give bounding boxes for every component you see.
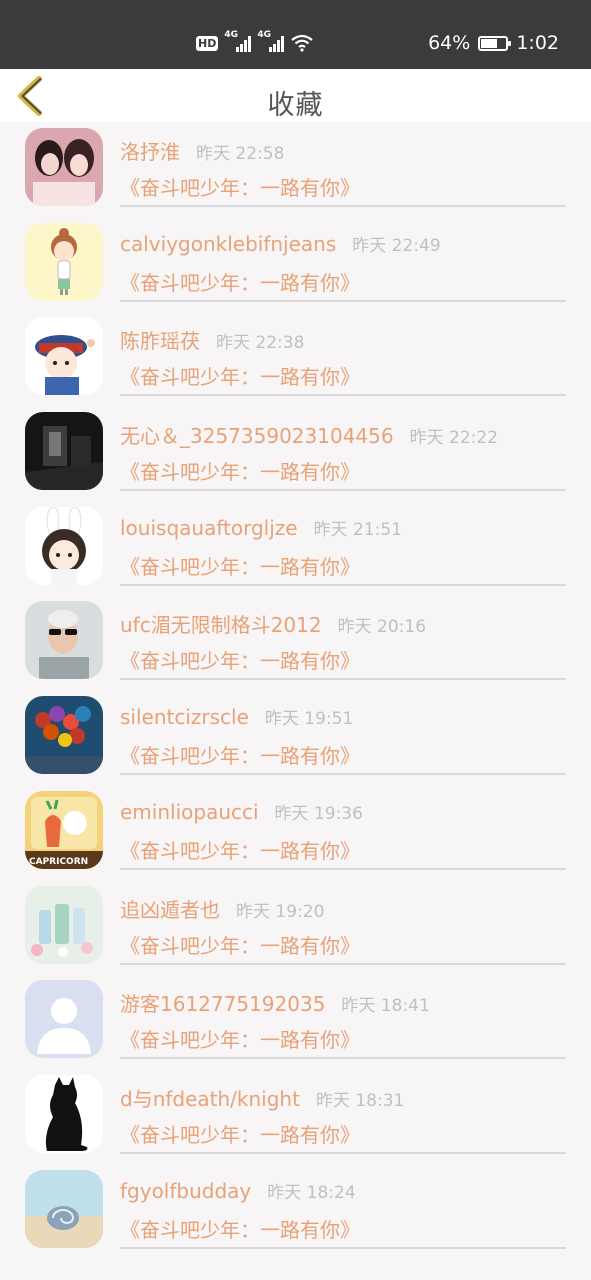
show-title[interactable]: 《奋斗吧少年：一路有你》 — [120, 645, 360, 674]
clock: 1:02 — [516, 32, 559, 54]
list-item[interactable]: louisqauaftorgljze 昨天 21:51 《奋斗吧少年：一路有你》 — [0, 501, 591, 596]
list-item[interactable]: calviygonklebifnjeans 昨天 22:49 《奋斗吧少年：一路有你… — [0, 217, 591, 312]
status-icons: HD 4G 4G — [196, 30, 314, 56]
list-item[interactable]: 洛抒淮 昨天 22:58 《奋斗吧少年：一路有你》 — [0, 122, 591, 217]
show-title[interactable]: 《奋斗吧少年：一路有你》 — [120, 1024, 360, 1053]
list-item[interactable]: CAPRICORN eminliopaucci 昨天 19:36 《奋斗吧少年：一路有… — [0, 785, 591, 880]
signal-icon: 4G — [224, 30, 252, 52]
show-title[interactable]: 《奋斗吧少年：一路有你》 — [120, 267, 360, 296]
user-name[interactable]: fgyolfbudday — [120, 1179, 251, 1203]
avatar[interactable] — [25, 1169, 103, 1248]
page-title: 收藏 — [267, 90, 324, 121]
list-item[interactable]: 游客1612775192035 昨天 18:41 《奋斗吧少年：一路有你》 — [0, 974, 591, 1069]
show-title[interactable]: 《奋斗吧少年：一路有你》 — [120, 1214, 360, 1243]
name-line: 无心＆_3257359023104456 昨天 22:22 — [120, 420, 498, 449]
list-item[interactable]: ufc湄无限制格斗2012 昨天 20:16 《奋斗吧少年：一路有你》 — [0, 595, 591, 690]
user-name[interactable]: 陈胙瑶茯 — [120, 325, 200, 354]
divider — [120, 299, 566, 302]
divider — [120, 1151, 566, 1154]
avatar[interactable] — [25, 696, 103, 775]
list-item[interactable]: fgyolfbudday 昨天 18:24 《奋斗吧少年：一路有你》 — [0, 1164, 591, 1259]
name-line: ufc湄无限制格斗2012 昨天 20:16 — [120, 609, 426, 638]
divider — [120, 773, 566, 776]
show-title[interactable]: 《奋斗吧少年：一路有你》 — [120, 361, 360, 390]
timestamp: 昨天 22:49 — [352, 235, 441, 256]
timestamp: 昨天 19:36 — [274, 803, 363, 824]
wifi-icon — [291, 34, 314, 52]
divider — [120, 678, 566, 681]
show-title[interactable]: 《奋斗吧少年：一路有你》 — [120, 930, 360, 959]
hd-icon: HD — [196, 35, 219, 51]
status-right: 64% 1:02 — [428, 32, 559, 54]
list-item[interactable]: 陈胙瑶茯 昨天 22:38 《奋斗吧少年：一路有你》 — [0, 311, 591, 406]
name-line: 追凶遁者也 昨天 19:20 — [120, 894, 324, 923]
divider — [120, 1057, 566, 1060]
avatar[interactable] — [25, 317, 103, 396]
user-name[interactable]: d与nfdeath/knight — [120, 1083, 300, 1112]
name-line: eminliopaucci 昨天 19:36 — [120, 799, 363, 824]
timestamp: 昨天 19:20 — [236, 901, 325, 922]
svg-text:CAPRICORN: CAPRICORN — [29, 857, 88, 867]
timestamp: 昨天 18:31 — [315, 1090, 405, 1111]
favorites-list: 洛抒淮 昨天 22:58 《奋斗吧少年：一路有你》 calviygonklebifnj… — [0, 122, 591, 1258]
battery-icon — [478, 35, 512, 51]
divider — [120, 394, 566, 397]
avatar[interactable] — [25, 222, 103, 301]
timestamp: 昨天 22:38 — [216, 333, 305, 354]
name-line: fgyolfbudday 昨天 18:24 — [120, 1178, 356, 1203]
avatar[interactable] — [25, 980, 103, 1059]
timestamp: 昨天 22:58 — [196, 144, 285, 164]
timestamp: 昨天 18:24 — [267, 1182, 356, 1203]
divider — [120, 489, 566, 492]
battery-percent: 64% — [428, 32, 471, 54]
name-line: 游客1612775192035 昨天 18:41 — [120, 988, 430, 1017]
divider — [120, 205, 566, 207]
divider — [120, 962, 566, 965]
divider — [120, 867, 566, 870]
name-line: calviygonklebifnjeans 昨天 22:49 — [120, 231, 441, 256]
user-name[interactable]: 追凶遁者也 — [120, 894, 220, 923]
show-title[interactable]: 《奋斗吧少年：一路有你》 — [120, 1119, 360, 1148]
timestamp: 昨天 19:51 — [264, 709, 354, 730]
user-name[interactable]: silentcizrscle — [120, 705, 249, 729]
user-name[interactable]: 无心＆_3257359023104456 — [120, 420, 394, 449]
name-line: silentcizrscle 昨天 19:51 — [120, 704, 353, 729]
user-name[interactable]: ufc湄无限制格斗2012 — [120, 609, 322, 638]
user-name[interactable]: 洛抒淮 — [120, 136, 180, 165]
divider — [120, 583, 566, 586]
user-name[interactable]: 游客1612775192035 — [120, 988, 325, 1017]
user-name[interactable]: eminliopaucci — [120, 800, 259, 824]
name-line: louisqauaftorgljze 昨天 21:51 — [120, 515, 402, 540]
signal-icon: 4G — [257, 30, 285, 52]
avatar[interactable] — [25, 885, 103, 964]
show-title[interactable]: 《奋斗吧少年：一路有你》 — [120, 551, 360, 580]
list-item[interactable]: 追凶遁者也 昨天 19:20 《奋斗吧少年：一路有你》 — [0, 880, 591, 975]
divider — [120, 1246, 566, 1249]
avatar[interactable] — [25, 128, 103, 206]
avatar[interactable]: CAPRICORN — [25, 790, 103, 869]
name-line: 陈胙瑶茯 昨天 22:38 — [120, 325, 304, 354]
user-name[interactable]: louisqauaftorgljze — [120, 516, 298, 540]
show-title[interactable]: 《奋斗吧少年：一路有你》 — [120, 456, 360, 485]
timestamp: 昨天 18:41 — [341, 996, 430, 1017]
show-title[interactable]: 《奋斗吧少年：一路有你》 — [120, 172, 360, 201]
avatar[interactable] — [25, 1074, 103, 1153]
name-line: 洛抒淮 昨天 22:58 — [120, 136, 284, 165]
nav-bar: 收藏 — [0, 69, 591, 122]
list-item[interactable]: 无心＆_3257359023104456 昨天 22:22 《奋斗吧少年：一路有你》 — [0, 406, 591, 501]
list-item[interactable]: d与nfdeath/knight 昨天 18:31 《奋斗吧少年：一路有你》 — [0, 1069, 591, 1164]
avatar[interactable] — [25, 506, 103, 585]
timestamp: 昨天 22:22 — [409, 428, 498, 449]
show-title[interactable]: 《奋斗吧少年：一路有你》 — [120, 835, 360, 864]
list-item[interactable]: silentcizrscle 昨天 19:51 《奋斗吧少年：一路有你》 — [0, 690, 591, 785]
timestamp: 昨天 20:16 — [337, 617, 427, 638]
avatar[interactable] — [25, 412, 103, 491]
name-line: d与nfdeath/knight 昨天 18:31 — [120, 1083, 404, 1112]
user-name[interactable]: calviygonklebifnjeans — [120, 232, 336, 256]
status-bar: HD 4G 4G 64% 1:02 — [0, 0, 591, 69]
avatar[interactable] — [25, 601, 103, 680]
timestamp: 昨天 21:51 — [313, 519, 402, 540]
show-title[interactable]: 《奋斗吧少年：一路有你》 — [120, 740, 360, 769]
